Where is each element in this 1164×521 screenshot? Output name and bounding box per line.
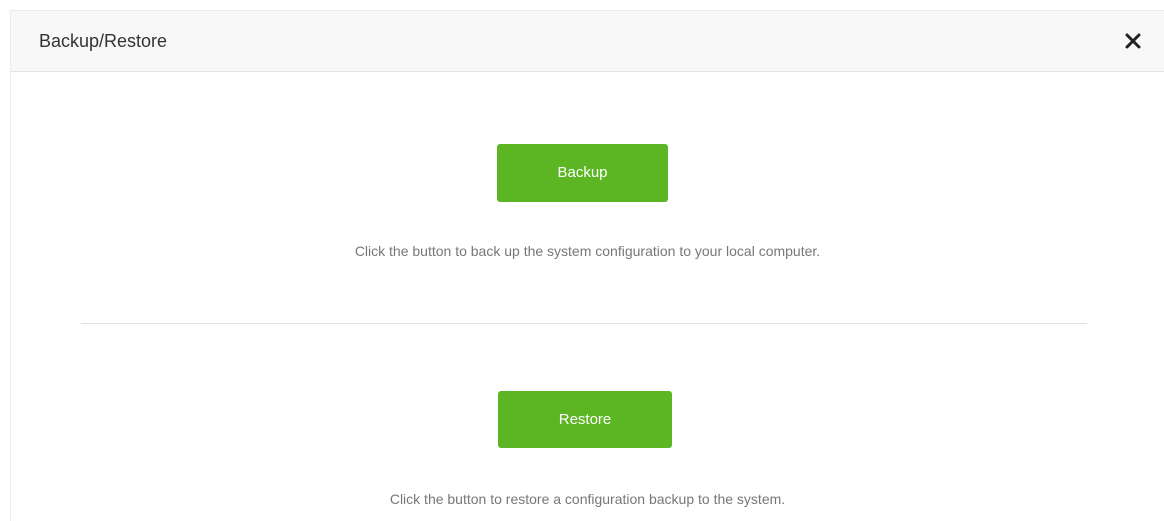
- backup-button[interactable]: Backup: [497, 144, 668, 202]
- backup-description: Click the button to back up the system c…: [354, 243, 821, 259]
- close-button[interactable]: [1121, 29, 1145, 53]
- dialog-header: Backup/Restore: [11, 11, 1164, 72]
- dialog-title: Backup/Restore: [39, 31, 168, 51]
- close-icon: [1125, 33, 1141, 49]
- backup-restore-dialog: Backup/Restore Backup Click the button t…: [10, 10, 1164, 521]
- section-divider: [81, 323, 1087, 324]
- restore-description: Click the button to restore a configurat…: [389, 491, 786, 507]
- restore-button[interactable]: Restore: [498, 391, 672, 448]
